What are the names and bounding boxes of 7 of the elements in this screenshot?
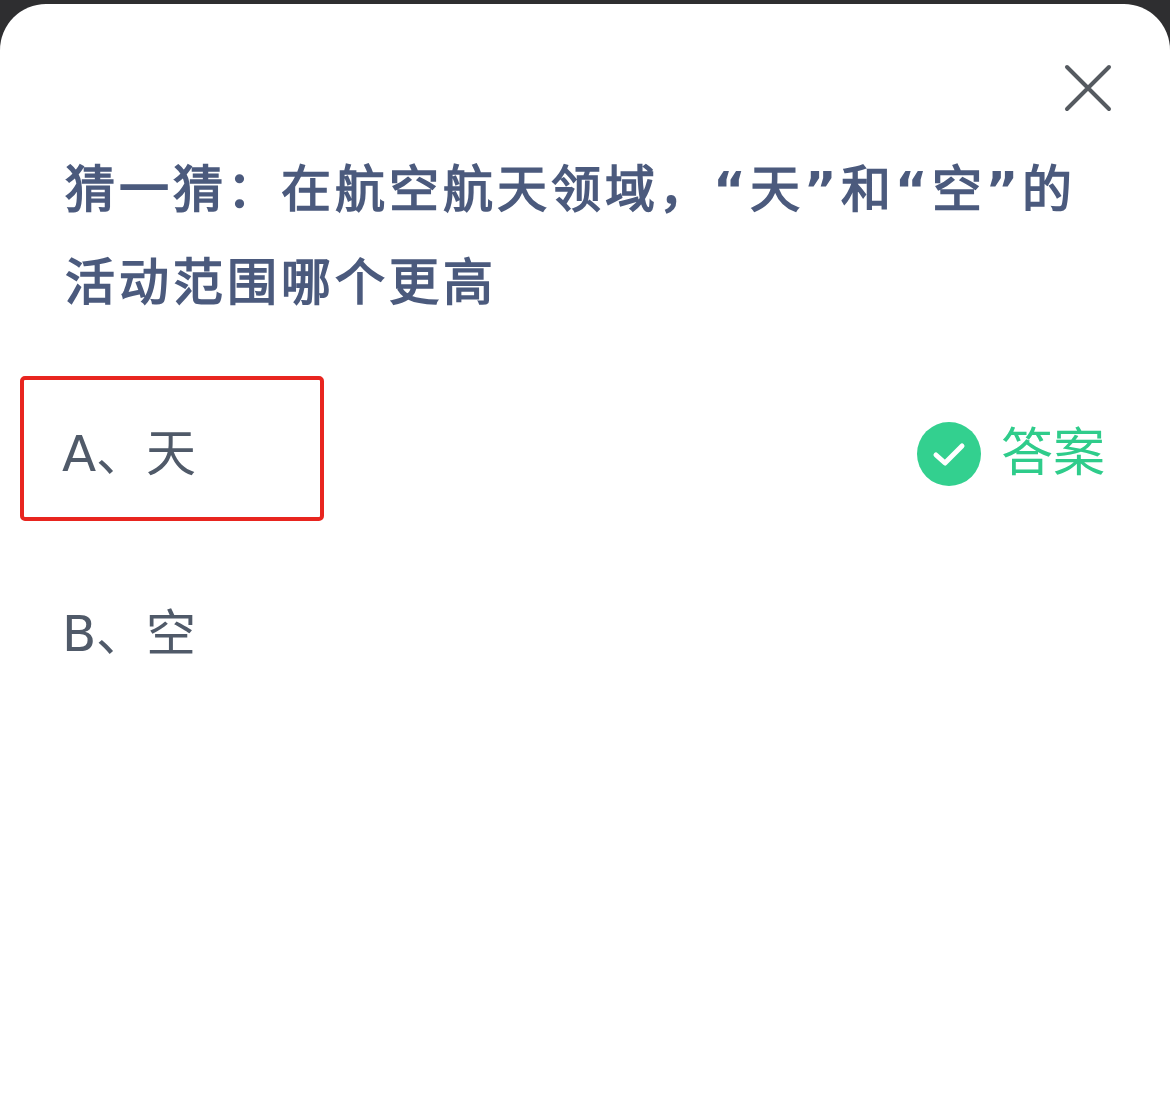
- check-icon: [917, 421, 981, 486]
- option-label[interactable]: B、空: [62, 603, 197, 664]
- option-label[interactable]: A、天: [62, 423, 197, 484]
- close-button[interactable]: [1064, 64, 1112, 112]
- question-title: 猜一猜：在航空航天领域，“天”和“空”的活动范围哪个更高: [65, 160, 1078, 314]
- close-icon: [1064, 64, 1112, 112]
- answer-tag: 答案: [1001, 422, 1105, 485]
